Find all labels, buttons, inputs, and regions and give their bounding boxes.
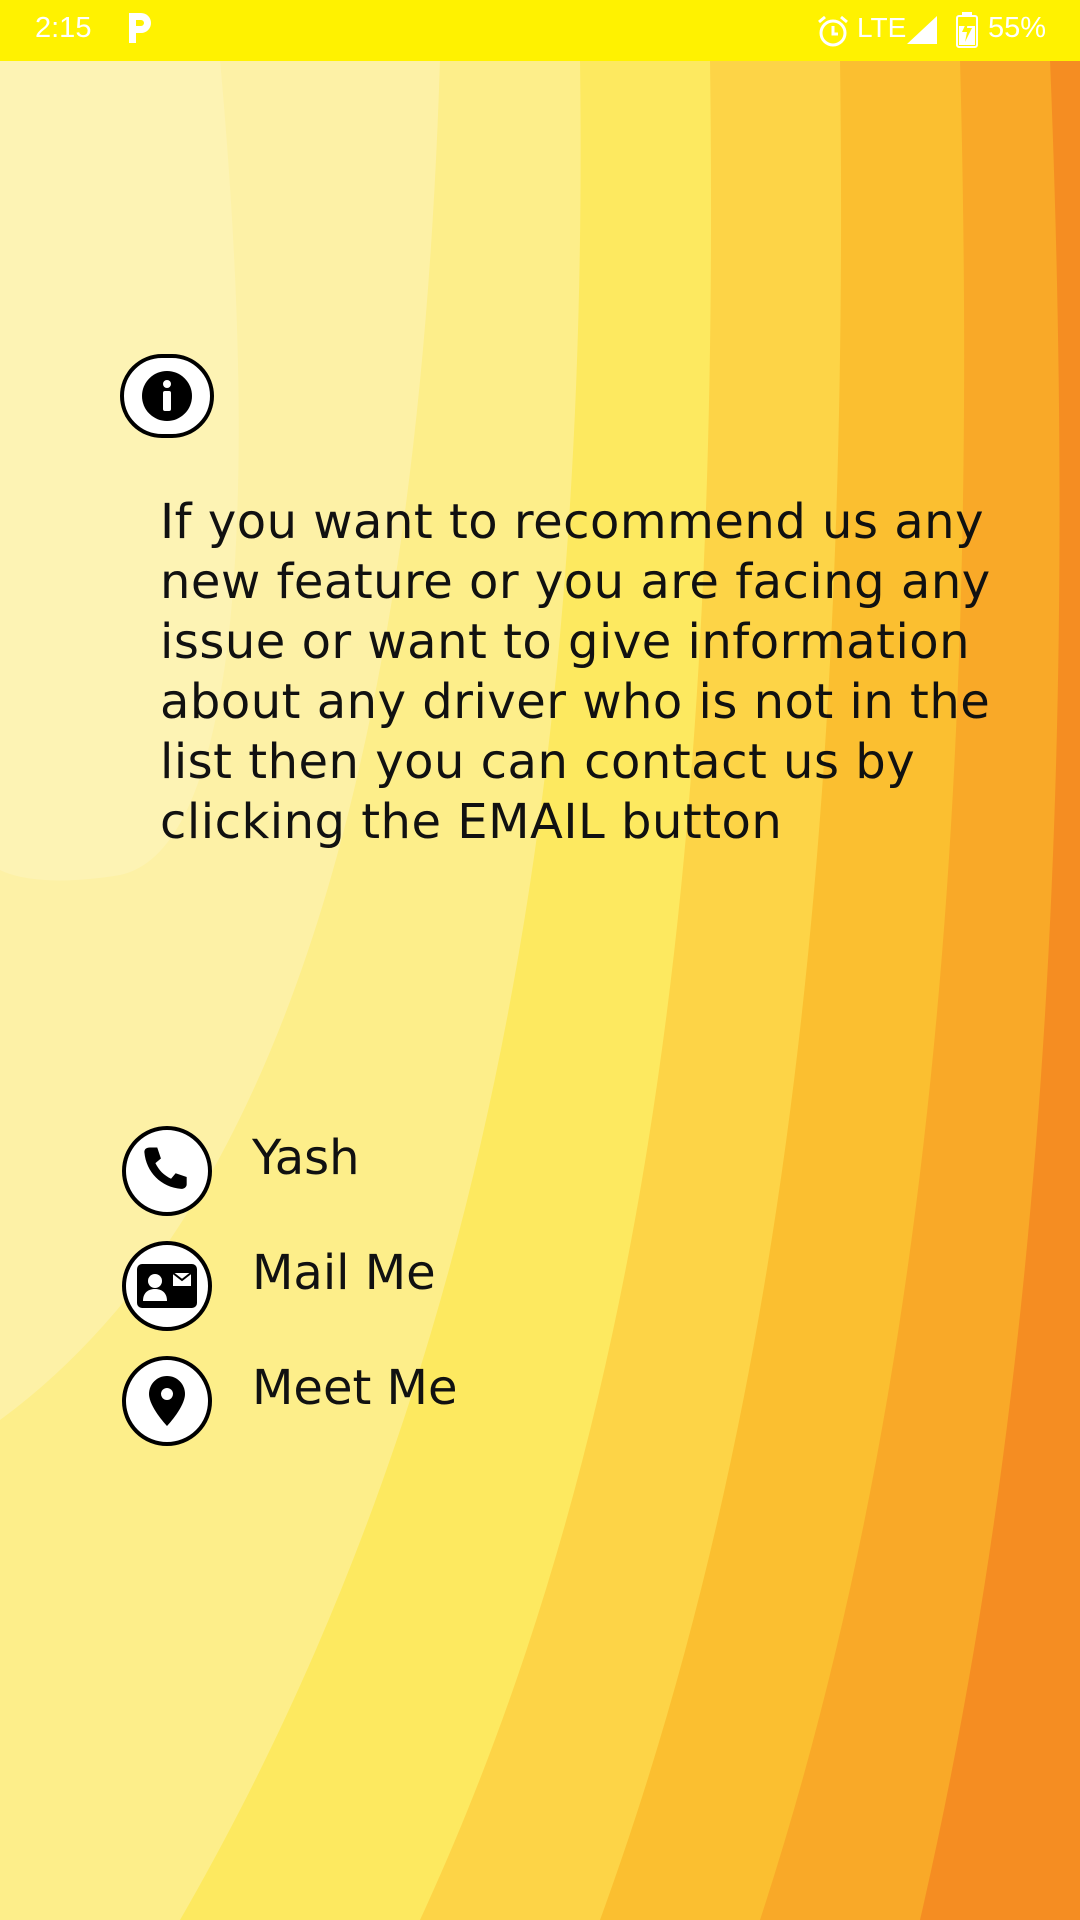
info-message: If you want to recommend us any new feat… xyxy=(160,494,991,850)
contact-card-icon[interactable] xyxy=(122,1241,212,1331)
battery-percent: 55% xyxy=(988,12,1047,44)
status-time: 2:15 xyxy=(35,12,92,44)
battery-icon xyxy=(956,12,978,48)
location-pin-icon[interactable] xyxy=(122,1356,212,1446)
phone-icon[interactable] xyxy=(122,1126,212,1216)
alarm-icon xyxy=(818,15,848,47)
network-type: LTE xyxy=(857,12,907,43)
main-content: If you want to recommend us any new feat… xyxy=(0,0,1080,1920)
contact-row-phone[interactable]: Yash xyxy=(122,1126,822,1218)
status-bar: 2:15 LTE 55% xyxy=(0,0,1080,61)
contact-row-mail[interactable]: Mail Me xyxy=(122,1241,822,1333)
contact-label-location[interactable]: Meet Me xyxy=(252,1360,458,1416)
info-button[interactable] xyxy=(120,354,214,438)
info-icon xyxy=(142,371,192,421)
contact-label-phone[interactable]: Yash xyxy=(252,1130,360,1186)
signal-icon xyxy=(907,16,937,44)
contact-label-mail[interactable]: Mail Me xyxy=(252,1245,436,1301)
p-app-icon xyxy=(129,13,151,43)
contact-row-location[interactable]: Meet Me xyxy=(122,1356,822,1448)
